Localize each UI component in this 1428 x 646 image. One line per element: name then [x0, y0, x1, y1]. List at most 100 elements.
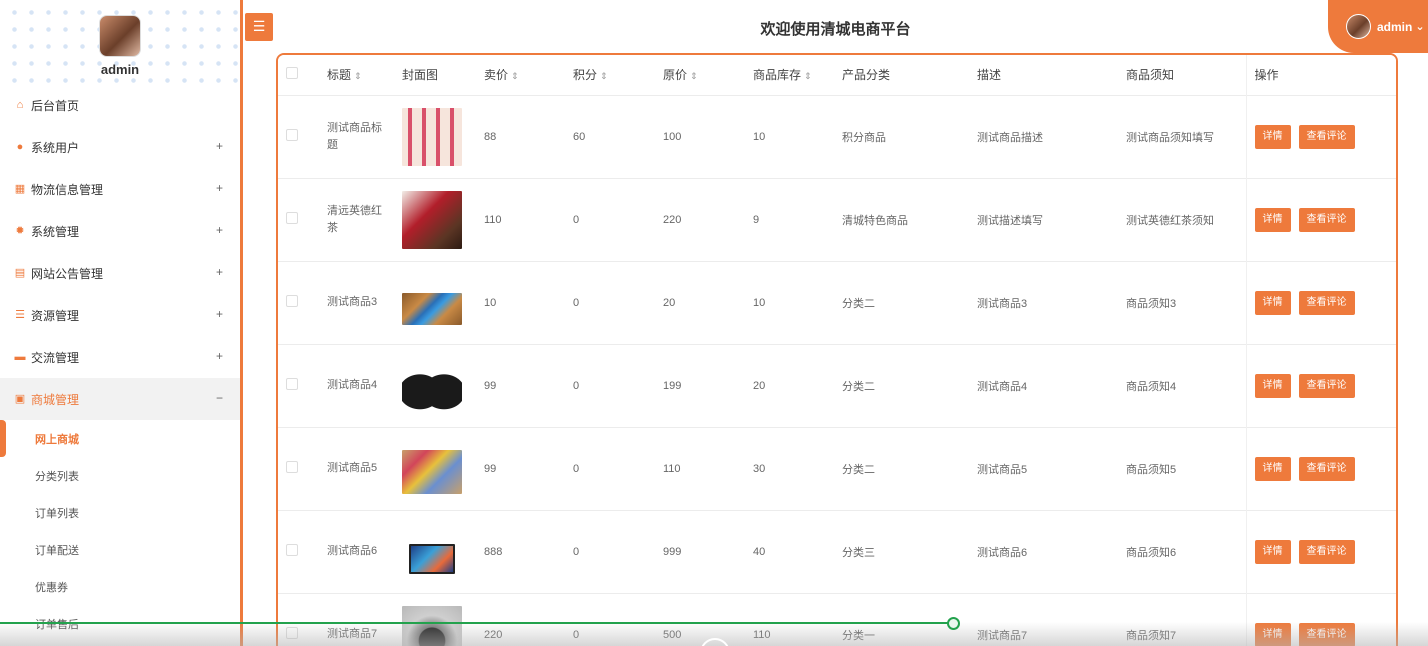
expand-icon[interactable]: +: [216, 265, 223, 279]
avatar[interactable]: [99, 15, 141, 57]
row-checkbox[interactable]: [286, 461, 298, 473]
sidebar-item-label: 网站公告管理: [31, 266, 104, 281]
cell-title: 测试商品4: [319, 343, 394, 427]
table-row[interactable]: 测试商品6 888 0 999 40 分类三 测试商品6 商品须知6 详情 查看评论: [278, 509, 1396, 593]
sidebar-subitem-online-mall[interactable]: 网上商城: [0, 420, 240, 457]
snack-box-image: [402, 450, 462, 494]
expand-icon[interactable]: +: [216, 139, 223, 153]
column-header-title[interactable]: 标题 ⇕: [319, 55, 394, 95]
sort-icon[interactable]: ⇕: [354, 71, 362, 81]
progress-line: [0, 622, 953, 624]
expand-icon[interactable]: +: [216, 307, 223, 321]
mall-submenu: 网上商城 分类列表 订单列表 订单配送 优惠券 订单售后: [0, 420, 240, 642]
view-comments-button[interactable]: 查看评论: [1298, 207, 1355, 232]
table-row[interactable]: 测试商品4 99 0 199 20 分类二 测试商品4 商品须知4 详情 查看评论: [278, 343, 1396, 427]
select-all-checkbox[interactable]: [286, 67, 298, 80]
row-checkbox[interactable]: [286, 378, 298, 390]
column-header-cover: 封面图: [394, 55, 476, 95]
user-menu[interactable]: admin ⌄: [1328, 0, 1428, 53]
row-select-cell[interactable]: [278, 592, 319, 646]
sidebar-subitem-coupons[interactable]: 优惠券: [0, 568, 240, 605]
detail-button[interactable]: 详情: [1254, 290, 1291, 315]
row-select-cell[interactable]: [278, 260, 319, 344]
row-select-cell[interactable]: [278, 343, 319, 427]
table-row[interactable]: 测试商品标题 88 60 100 10 积分商品 测试商品描述 测试商品须知填写 详情 查看评论: [278, 94, 1396, 178]
sidebar-item-label: 后台首页: [31, 98, 80, 113]
column-header-price[interactable]: 卖价 ⇕: [476, 55, 565, 95]
sidebar-item-label: 系统用户: [31, 140, 80, 155]
row-select-cell[interactable]: [278, 509, 319, 593]
row-checkbox[interactable]: [286, 544, 298, 556]
cell-stock: 20: [745, 343, 834, 427]
column-header-actions: 操作: [1245, 55, 1396, 95]
table-row[interactable]: 测试商品7 220 0 500 110 分类一 测试商品7 商品须知7 详情 查看评论: [278, 592, 1396, 646]
sidebar-item-mall[interactable]: ▣ 商城管理 −: [0, 378, 240, 420]
row-checkbox[interactable]: [286, 129, 298, 141]
cell-notice: 测试英德红茶须知: [1118, 177, 1246, 261]
detail-button[interactable]: 详情: [1254, 207, 1291, 232]
sidebar-item-communication[interactable]: ▬ 交流管理 +: [0, 336, 240, 378]
cell-stock: 10: [745, 94, 834, 178]
cell-cover: [394, 343, 476, 427]
detail-button[interactable]: 详情: [1254, 622, 1291, 646]
cell-notice: 商品须知4: [1118, 343, 1246, 427]
detail-button[interactable]: 详情: [1254, 539, 1291, 564]
select-all-cell[interactable]: [278, 55, 319, 95]
monitor-image: [409, 543, 455, 574]
sidebar-item-home[interactable]: ⌂ 后台首页: [0, 84, 240, 126]
view-comments-button[interactable]: 查看评论: [1298, 622, 1355, 646]
sidebar-subitem-order-delivery[interactable]: 订单配送: [0, 531, 240, 568]
row-checkbox[interactable]: [286, 627, 298, 640]
cell-actions: 详情 查看评论: [1245, 509, 1396, 593]
detail-button[interactable]: 详情: [1254, 373, 1291, 398]
user-icon: ●: [16, 141, 24, 153]
row-checkbox[interactable]: [286, 212, 298, 224]
cell-category: 分类二: [834, 260, 969, 344]
table-row[interactable]: 清远英德红茶 110 0 220 9 清城特色商品 测试描述填写 测试英德红茶须知 详情 查看评论: [278, 177, 1396, 261]
cell-price: 99: [476, 426, 565, 510]
collapse-icon[interactable]: −: [216, 391, 223, 405]
view-comments-button[interactable]: 查看评论: [1298, 290, 1355, 315]
view-comments-button[interactable]: 查看评论: [1298, 539, 1355, 564]
cell-original-price: 500: [655, 592, 745, 646]
sort-icon[interactable]: ⇕: [600, 71, 608, 81]
sidebar-item-resources[interactable]: ☰ 资源管理 +: [0, 294, 240, 336]
row-checkbox[interactable]: [286, 295, 298, 307]
column-header-stock[interactable]: 商品库存 ⇕: [745, 55, 834, 95]
column-header-category: 产品分类: [834, 55, 969, 95]
sidebar-item-system-users[interactable]: ● 系统用户 +: [0, 126, 240, 168]
row-select-cell[interactable]: [278, 177, 319, 261]
view-comments-button[interactable]: 查看评论: [1298, 124, 1355, 149]
tea-package-image: [402, 190, 462, 249]
table-row[interactable]: 测试商品5 99 0 110 30 分类二 测试商品5 商品须知5 详情 查看评论: [278, 426, 1396, 510]
expand-icon[interactable]: +: [216, 349, 223, 363]
sidebar-item-logistics[interactable]: ▦ 物流信息管理 +: [0, 168, 240, 210]
cell-description: 测试商品3: [969, 260, 1118, 344]
sort-icon[interactable]: ⇕: [690, 71, 698, 81]
expand-icon[interactable]: +: [216, 181, 223, 195]
row-select-cell[interactable]: [278, 94, 319, 178]
sidebar-item-system-management[interactable]: ✹ 系统管理 +: [0, 210, 240, 252]
expand-icon[interactable]: +: [216, 223, 223, 237]
view-comments-button[interactable]: 查看评论: [1298, 456, 1355, 481]
sort-icon[interactable]: ⇕: [511, 71, 519, 81]
column-header-original-price[interactable]: 原价 ⇕: [655, 55, 745, 95]
sidebar-subitem-category-list[interactable]: 分类列表: [0, 457, 240, 494]
progress-handle[interactable]: [947, 617, 960, 630]
column-header-notice: 商品须知: [1118, 55, 1246, 95]
detail-button[interactable]: 详情: [1254, 124, 1291, 149]
detail-button[interactable]: 详情: [1254, 456, 1291, 481]
column-header-points[interactable]: 积分 ⇕: [565, 55, 655, 95]
view-comments-button[interactable]: 查看评论: [1298, 373, 1355, 398]
sidebar-subitem-order-list[interactable]: 订单列表: [0, 494, 240, 531]
product-table-container: 标题 ⇕ 封面图 卖价 ⇕ 积分 ⇕ 原价 ⇕ 商品库存 ⇕ 产品分类 描述 商品须知 操…: [276, 53, 1398, 646]
sidebar-item-announcements[interactable]: ▤ 网站公告管理 +: [0, 252, 240, 294]
row-select-cell[interactable]: [278, 426, 319, 510]
table-row[interactable]: 测试商品3 10 0 20 10 分类二 测试商品3 商品须知3 详情 查看评论: [278, 260, 1396, 344]
gear-icon: ✹: [15, 225, 25, 237]
cell-category: 分类二: [834, 343, 969, 427]
cell-category: 清城特色商品: [834, 177, 969, 261]
cell-stock: 30: [745, 426, 834, 510]
cell-notice: 测试商品须知填写: [1118, 94, 1246, 178]
sort-icon[interactable]: ⇕: [804, 71, 812, 81]
